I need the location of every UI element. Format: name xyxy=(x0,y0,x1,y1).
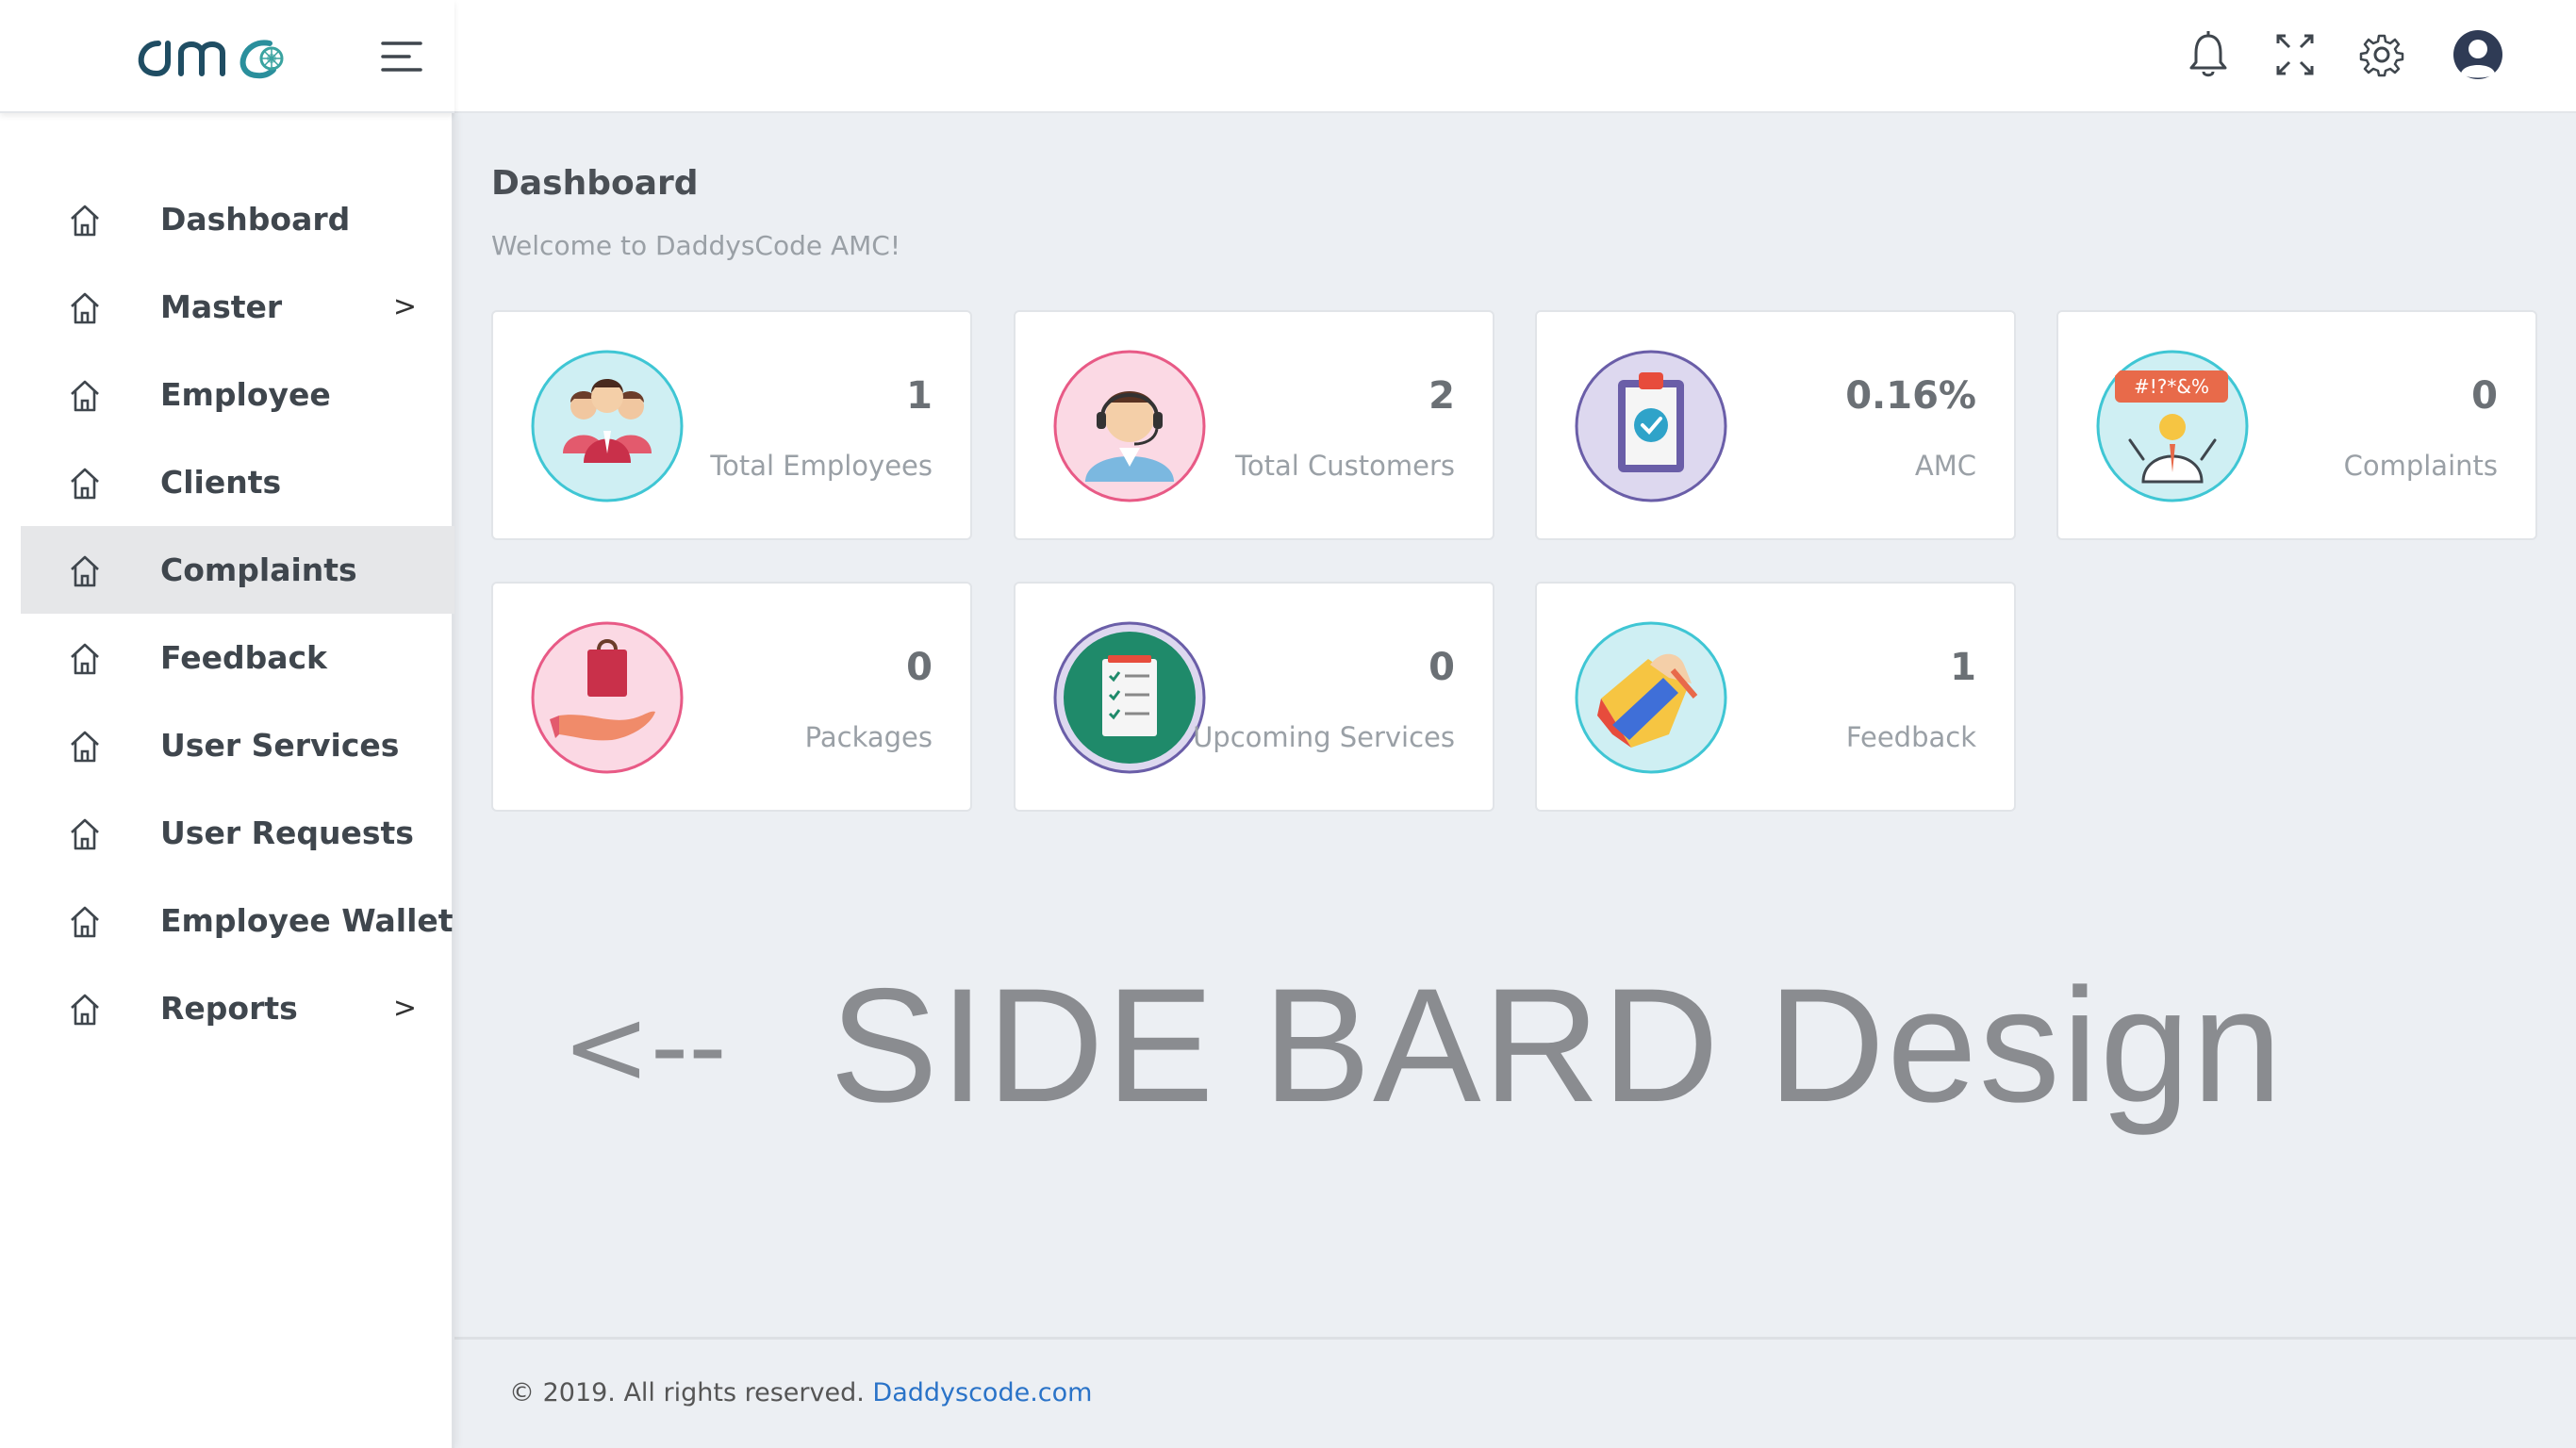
home-icon xyxy=(66,815,104,853)
svg-text:#!?*&%: #!?*&% xyxy=(2134,375,2209,398)
stat-label: Packages xyxy=(804,721,933,753)
fullscreen-icon[interactable] xyxy=(2272,28,2318,81)
hand-package-icon xyxy=(531,621,684,774)
sidebar: Dashboard Master > Employee Clients Complaint… xyxy=(0,113,454,1448)
stat-label: Feedback xyxy=(1845,721,1976,753)
sidebar-item-employee[interactable]: Employee xyxy=(21,351,454,438)
sidebar-item-complaints[interactable]: Complaints xyxy=(21,526,454,614)
home-icon xyxy=(66,552,104,590)
angry-person-icon: #!?*&% xyxy=(2096,350,2249,502)
sidebar-item-master[interactable]: Master > xyxy=(21,263,454,351)
sidebar-item-clients[interactable]: Clients xyxy=(21,438,454,526)
bell-icon[interactable] xyxy=(2186,28,2231,81)
design-caption: SIDE BARD Design xyxy=(830,955,2285,1136)
stat-value: 0 xyxy=(2471,374,2498,418)
stat-value: 0 xyxy=(1428,646,1455,689)
footer-link[interactable]: Daddyscode.com xyxy=(872,1378,1092,1407)
sidebar-item-label: Master xyxy=(160,288,283,325)
home-icon xyxy=(66,903,104,941)
team-icon xyxy=(531,350,684,502)
thumbs-up-icon xyxy=(1575,621,1727,774)
welcome-text: Welcome to DaddysCode AMC! xyxy=(491,230,901,261)
home-icon xyxy=(66,465,104,502)
gear-icon[interactable] xyxy=(2359,28,2404,81)
sidebar-item-label: User Requests xyxy=(160,814,414,851)
stat-value: 1 xyxy=(1950,646,1976,689)
chevron-right-icon: > xyxy=(392,992,417,1025)
sidebar-item-label: Complaints xyxy=(160,551,357,588)
sidebar-item-employee-wallet[interactable]: Employee Wallet xyxy=(21,877,454,964)
sidebar-item-user-services[interactable]: User Services xyxy=(21,701,454,789)
stat-label: Complaints xyxy=(2343,450,2498,482)
home-icon xyxy=(66,202,104,239)
chevron-right-icon: > xyxy=(392,290,417,323)
brand-bar xyxy=(0,0,454,113)
home-icon xyxy=(66,991,104,1028)
checklist-icon xyxy=(1053,621,1206,774)
stat-card-total-customers[interactable]: 2 Total Customers xyxy=(1014,310,1494,540)
stat-card-feedback[interactable]: 1 Feedback xyxy=(1535,582,2016,812)
sidebar-item-label: Reports xyxy=(160,990,298,1027)
stat-label: Total Employees xyxy=(710,450,933,482)
menu-toggle-icon[interactable] xyxy=(381,36,422,77)
home-icon xyxy=(66,640,104,678)
sidebar-nav: Dashboard Master > Employee Clients Complaint… xyxy=(0,175,454,1052)
sidebar-item-label: Clients xyxy=(160,464,282,501)
home-icon xyxy=(66,728,104,765)
home-icon xyxy=(66,289,104,327)
footer: © 2019. All rights reserved. Daddyscode.… xyxy=(509,1378,1092,1407)
stat-value: 0.16% xyxy=(1845,374,1976,418)
home-icon xyxy=(66,377,104,415)
sidebar-item-user-requests[interactable]: User Requests xyxy=(21,789,454,877)
sidebar-item-feedback[interactable]: Feedback xyxy=(21,614,454,701)
stat-card-complaints[interactable]: #!?*&% 0 Complaints xyxy=(2056,310,2537,540)
stat-value: 0 xyxy=(906,646,933,689)
sidebar-item-label: Employee xyxy=(160,376,331,413)
arrow-caption: <-- xyxy=(562,986,727,1109)
user-avatar-icon[interactable] xyxy=(2452,28,2504,81)
stat-card-amc[interactable]: 0.16% AMC xyxy=(1535,310,2016,540)
amc-logo[interactable] xyxy=(130,25,324,89)
clipboard-check-icon xyxy=(1575,350,1727,502)
sidebar-item-dashboard[interactable]: Dashboard xyxy=(21,175,454,263)
page-title: Dashboard xyxy=(491,164,699,203)
footer-copyright: © 2019. All rights reserved. xyxy=(509,1378,865,1407)
sidebar-item-label: User Services xyxy=(160,727,400,764)
stat-card-upcoming-services[interactable]: 0 Upcoming Services xyxy=(1014,582,1494,812)
support-agent-icon xyxy=(1053,350,1206,502)
sidebar-item-reports[interactable]: Reports > xyxy=(21,964,454,1052)
sidebar-item-label: Employee Wallet xyxy=(160,902,454,939)
top-bar xyxy=(454,0,2576,113)
stat-label: Total Customers xyxy=(1235,450,1455,482)
stat-card-packages[interactable]: 0 Packages xyxy=(491,582,972,812)
footer-divider xyxy=(454,1337,2576,1340)
stat-value: 1 xyxy=(906,374,933,418)
stat-label: Upcoming Services xyxy=(1193,721,1455,753)
stat-value: 2 xyxy=(1428,374,1455,418)
sidebar-item-label: Dashboard xyxy=(160,201,351,238)
stat-label: AMC xyxy=(1914,450,1976,482)
sidebar-item-label: Feedback xyxy=(160,639,327,676)
stat-card-total-employees[interactable]: 1 Total Employees xyxy=(491,310,972,540)
